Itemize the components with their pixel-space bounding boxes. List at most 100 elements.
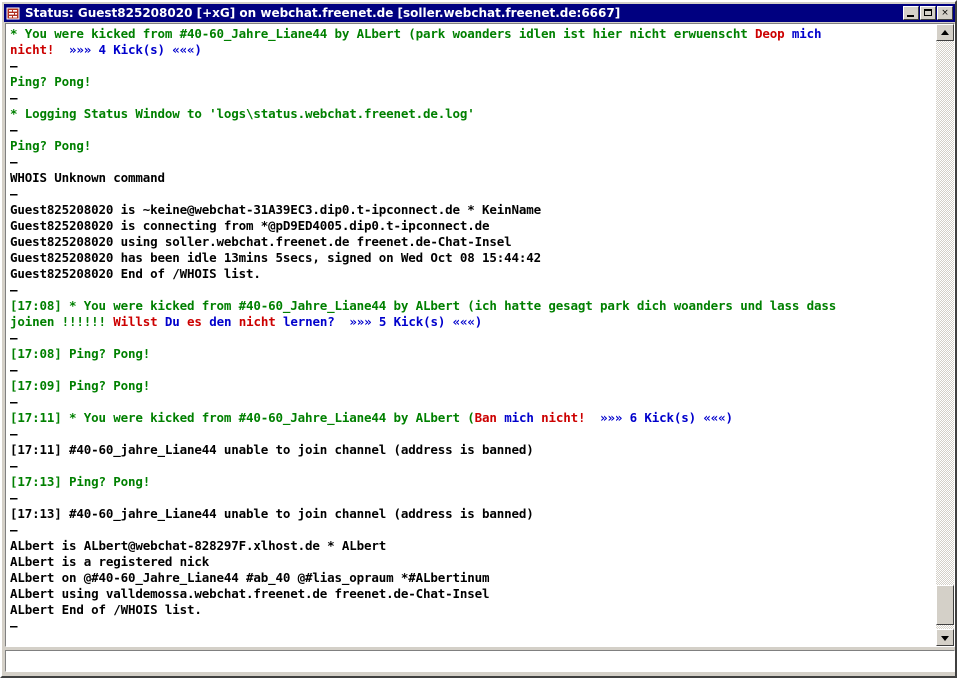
chat-text-segment: »»» 4 Kick(s) «««) bbox=[69, 42, 202, 57]
chat-text-segment: – bbox=[10, 122, 18, 137]
chat-line: – bbox=[10, 154, 938, 170]
chat-text-segment: – bbox=[10, 522, 18, 537]
chat-text-segment: – bbox=[10, 458, 18, 473]
titlebar[interactable]: Status: Guest825208020 [+xG] on webchat.… bbox=[4, 4, 955, 22]
chat-log: * You were kicked from #40-60_Jahre_Lian… bbox=[10, 26, 938, 634]
chat-line: ALbert on @#40-60_Jahre_Liane44 #ab_40 @… bbox=[10, 570, 938, 586]
chat-text-segment: – bbox=[10, 618, 18, 633]
chat-line: – bbox=[10, 618, 938, 634]
chat-text-segment: Ping? Pong! bbox=[10, 74, 92, 89]
chat-text-segment bbox=[54, 42, 69, 57]
scrollbar-track[interactable] bbox=[936, 41, 954, 629]
chat-text-segment: Deop bbox=[754, 26, 792, 41]
chat-scroll-area[interactable]: * You were kicked from #40-60_Jahre_Lian… bbox=[6, 24, 938, 646]
chat-text-segment bbox=[585, 410, 600, 425]
chat-line: – bbox=[10, 426, 938, 442]
minimize-button[interactable] bbox=[903, 6, 919, 20]
chat-text-segment: nicht! bbox=[10, 42, 55, 57]
client-area: * You were kicked from #40-60_Jahre_Lian… bbox=[4, 23, 955, 676]
chat-text-segment: lernen? bbox=[282, 314, 335, 329]
chat-line: – bbox=[10, 90, 938, 106]
scrollbar-thumb[interactable] bbox=[936, 585, 954, 625]
window-title: Status: Guest825208020 [+xG] on webchat.… bbox=[25, 6, 621, 20]
chat-vertical-scrollbar[interactable] bbox=[936, 24, 954, 646]
chat-text-segment: – bbox=[10, 154, 18, 169]
chat-line: Ping? Pong! bbox=[10, 74, 938, 90]
chat-text-segment: – bbox=[10, 426, 18, 441]
chat-line: Guest825208020 End of /WHOIS list. bbox=[10, 266, 938, 282]
chat-text-segment: joinen !!!!!! bbox=[10, 314, 114, 329]
chat-line: * You were kicked from #40-60_Jahre_Lian… bbox=[10, 26, 938, 42]
chat-text-segment: Guest825208020 is connecting from *@pD9E… bbox=[10, 218, 490, 233]
chat-text-segment: Guest825208020 using soller.webchat.free… bbox=[10, 234, 512, 249]
chat-line: Guest825208020 is ~keine@webchat-31A39EC… bbox=[10, 202, 938, 218]
chat-line: – bbox=[10, 330, 938, 346]
chat-text-segment: – bbox=[10, 58, 18, 73]
chat-text-segment: ALbert is ALbert@webchat-828297F.xlhost.… bbox=[10, 538, 387, 553]
chat-line: – bbox=[10, 490, 938, 506]
chat-text-segment: »»» 6 Kick(s) «««) bbox=[600, 410, 733, 425]
maximize-icon bbox=[924, 9, 932, 16]
chat-text-segment: [17:09] Ping? Pong! bbox=[10, 378, 151, 393]
chat-text-segment: [17:11] #40-60_jahre_Liane44 unable to j… bbox=[10, 442, 534, 457]
chat-text-segment: * You were kicked from #40-60_Jahre_Lian… bbox=[10, 26, 755, 41]
chat-line: – bbox=[10, 458, 938, 474]
chat-text-segment: Guest825208020 End of /WHOIS list. bbox=[10, 266, 261, 281]
chat-line: Guest825208020 is connecting from *@pD9E… bbox=[10, 218, 938, 234]
chat-text-segment: Du bbox=[164, 314, 188, 329]
chat-text-segment: Ping? Pong! bbox=[10, 138, 92, 153]
scroll-up-button[interactable] bbox=[936, 24, 954, 41]
chat-line: Ping? Pong! bbox=[10, 138, 938, 154]
chat-text-segment: ALbert on @#40-60_Jahre_Liane44 #ab_40 @… bbox=[10, 570, 490, 585]
chat-text-segment: den bbox=[209, 314, 239, 329]
chat-text-segment: WHOIS Unknown command bbox=[10, 170, 165, 185]
chat-line: [17:11] * You were kicked from #40-60_Ja… bbox=[10, 410, 938, 426]
chat-line: – bbox=[10, 522, 938, 538]
chat-line: ALbert End of /WHOIS list. bbox=[10, 602, 938, 618]
chat-line: [17:08] Ping? Pong! bbox=[10, 346, 938, 362]
chat-text-segment: Ban bbox=[474, 410, 505, 425]
chat-line: [17:13] #40-60_jahre_Liane44 unable to j… bbox=[10, 506, 938, 522]
chat-line: [17:11] #40-60_jahre_Liane44 unable to j… bbox=[10, 442, 938, 458]
chat-line: – bbox=[10, 186, 938, 202]
chat-text-segment: ALbert using valldemossa.webchat.freenet… bbox=[10, 586, 490, 601]
chat-text-segment: – bbox=[10, 394, 18, 409]
chat-line: ALbert using valldemossa.webchat.freenet… bbox=[10, 586, 938, 602]
maximize-button[interactable] bbox=[920, 6, 936, 20]
chat-text-segment: – bbox=[10, 90, 18, 105]
chat-text-segment: – bbox=[10, 362, 18, 377]
chat-text-segment: [17:11] * You were kicked from #40-60_Ja… bbox=[10, 410, 475, 425]
close-button[interactable]: × bbox=[937, 6, 953, 20]
chat-text-segment: – bbox=[10, 186, 18, 201]
chat-line: joinen !!!!!! Willst Du es den nicht ler… bbox=[10, 314, 938, 330]
chat-text-segment: mich bbox=[791, 26, 822, 41]
chat-line: [17:13] Ping? Pong! bbox=[10, 474, 938, 490]
chat-line: – bbox=[10, 362, 938, 378]
chat-text-segment: [17:08] Ping? Pong! bbox=[10, 346, 151, 361]
chat-line: ALbert is a registered nick bbox=[10, 554, 938, 570]
chat-text-segment: Guest825208020 has been idle 13mins 5sec… bbox=[10, 250, 542, 265]
chat-text-segment: ALbert is a registered nick bbox=[10, 554, 210, 569]
chat-line: [17:08] * You were kicked from #40-60_Ja… bbox=[10, 298, 938, 314]
chat-line: * Logging Status Window to 'logs\status.… bbox=[10, 106, 938, 122]
chat-line: nicht! »»» 4 Kick(s) «««) bbox=[10, 42, 938, 58]
chat-line: [17:09] Ping? Pong! bbox=[10, 378, 938, 394]
mirc-status-window-icon bbox=[6, 6, 22, 20]
scroll-up-arrow-icon bbox=[941, 29, 949, 35]
message-input[interactable] bbox=[6, 651, 954, 671]
chat-text-segment: – bbox=[10, 282, 18, 297]
chat-text-segment: – bbox=[10, 490, 18, 505]
chat-text-segment: es bbox=[187, 314, 210, 329]
chat-text-segment bbox=[335, 314, 350, 329]
chat-text-segment: [17:13] Ping? Pong! bbox=[10, 474, 151, 489]
message-input-panel[interactable] bbox=[5, 650, 955, 672]
chat-text-segment: Guest825208020 is ~keine@webchat-31A39EC… bbox=[10, 202, 542, 217]
chat-text-segment: [17:08] * You were kicked from #40-60_Ja… bbox=[10, 298, 837, 313]
minimize-icon bbox=[907, 15, 914, 17]
chat-text-segment: – bbox=[10, 330, 18, 345]
chat-text-segment: »»» 5 Kick(s) «««) bbox=[349, 314, 483, 329]
close-icon: × bbox=[941, 7, 949, 18]
scroll-down-button[interactable] bbox=[936, 629, 954, 646]
chat-line: ALbert is ALbert@webchat-828297F.xlhost.… bbox=[10, 538, 938, 554]
window-controls: × bbox=[903, 6, 953, 20]
